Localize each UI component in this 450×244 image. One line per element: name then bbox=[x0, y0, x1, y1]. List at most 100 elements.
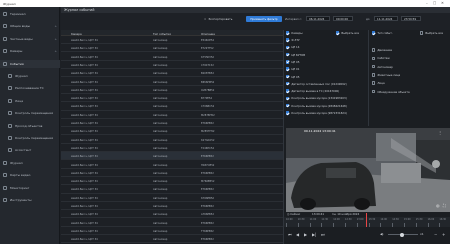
table-row[interactable]: мкв10.Бел.ч, ЦКТ 34 Автономер E546ОЕ52 bbox=[61, 36, 283, 45]
camera-filter-item[interactable]: Контроль вызова мусора (9872331824) bbox=[286, 110, 347, 116]
sidebar-item-video-maps[interactable]: Карты видео bbox=[0, 171, 60, 179]
table-row[interactable]: мкв10.Бел.ч, ЦКТ 34 Автономер О287ВВ52 bbox=[61, 86, 283, 94]
table-row[interactable]: мкв10.Бел.ч, ЦКТ 34 Автономер В656НВ52 bbox=[61, 78, 283, 86]
sidebar-item-cameras[interactable]: Камеры + bbox=[0, 47, 60, 55]
table-row[interactable]: мкв10.Бел.ч, ЦКТ 34 Автономер Е766ЕВ52 bbox=[61, 235, 283, 244]
step-forward-icon[interactable]: ▶| bbox=[312, 232, 316, 237]
table-row[interactable]: мкв10.Бел.ч, ЦКТ 34 Автономер Е766ЕВ52 bbox=[61, 185, 283, 194]
table-row[interactable]: мкв10.Бел.ч, ЦКТ 34 Автономер В77РР52 bbox=[61, 94, 283, 103]
fullscreen-icon[interactable]: ⛶ bbox=[443, 203, 446, 208]
sidebar-item-movement[interactable]: Контроль перемещения bbox=[0, 109, 60, 117]
column-header-description[interactable]: Описание bbox=[201, 32, 215, 36]
sidebar-item-vehicles[interactable]: Распознавание ТС bbox=[0, 84, 60, 92]
camera-filter-item[interactable]: Контроль вызова мусора (2848421648) bbox=[286, 103, 347, 109]
type-checkbox[interactable] bbox=[372, 64, 376, 69]
camera-checkbox[interactable] bbox=[286, 96, 290, 101]
table-row[interactable]: мкв10.Бел.ч, ЦКТ 34 Автономер К279АО52 bbox=[61, 136, 283, 144]
sidebar-item-views[interactable]: Общие виды + bbox=[0, 22, 60, 30]
table-row[interactable]: мкв10.Бел.ч, ЦКТ 34 Автономер М766ЕВ52 bbox=[61, 177, 283, 186]
sidebar-item-journal2[interactable]: Журнал bbox=[0, 159, 60, 167]
sidebar-item-tools[interactable]: Инструменты bbox=[0, 196, 60, 204]
table-row[interactable]: мкв10.Бел.ч, ЦКТ 34 Автономер С706ВС52 bbox=[61, 102, 283, 111]
table-row[interactable]: мкв10.Бел.ч, ЦКТ 34 Автономер Е766ЕВ52 bbox=[61, 119, 283, 128]
table-row[interactable]: мкв10.Бел.ч, ЦКТ 34 Автономер E729ТТ52 bbox=[61, 44, 283, 53]
table-row[interactable]: мкв10.Бел.ч, ЦКТ 34 Автономер В208ТВ52 bbox=[61, 69, 283, 78]
sidebar-item-faces[interactable]: Лица bbox=[0, 97, 60, 105]
zoom-in-icon[interactable]: + bbox=[442, 232, 445, 237]
apply-filter-button[interactable]: Применить фильтр bbox=[246, 16, 282, 22]
camera-filter-item[interactable]: Детектор оставленных пос (01249092) bbox=[286, 81, 347, 87]
camera-checkbox[interactable] bbox=[286, 82, 290, 86]
camera-filter-item[interactable]: ЦЕ 05 bbox=[286, 74, 299, 80]
camera-filter-item[interactable]: Контроль вызова мусора (1341983203) bbox=[286, 95, 347, 101]
expand-icon[interactable]: + bbox=[54, 24, 57, 28]
column-header-camera[interactable]: Камера bbox=[71, 32, 82, 36]
types-select-all[interactable]: Выбрать все bbox=[420, 30, 443, 36]
table-row[interactable]: мкв10.Бел.ч, ЦКТ 34 Автономер Т766ЕВ52 bbox=[61, 227, 283, 236]
timeline-track[interactable]: 10:00 10:30 11:00 11:30 12:00 12:30 13:00 13:30… bbox=[284, 213, 450, 227]
camera-checkbox[interactable] bbox=[286, 52, 290, 57]
select-all-checkbox[interactable] bbox=[336, 31, 340, 35]
type-checkbox[interactable] bbox=[372, 81, 376, 85]
type-filter-item[interactable]: Движение bbox=[372, 47, 392, 53]
type-filter-item[interactable]: Лица bbox=[372, 80, 385, 86]
maximize-icon[interactable]: □ bbox=[433, 1, 436, 5]
table-row[interactable]: мкв10.Бел.ч, ЦКТ 34 Автономер С764Т152 bbox=[61, 61, 283, 70]
type-filter-item[interactable]: Автономер bbox=[372, 64, 393, 70]
from-date-input[interactable]: 06.11.2024 bbox=[306, 16, 330, 21]
camera-checkbox[interactable] bbox=[286, 103, 290, 108]
cameras-select-all[interactable]: Выбрать все bbox=[336, 30, 359, 36]
camera-checkbox[interactable] bbox=[286, 111, 290, 115]
table-row[interactable]: мкв10.Бел.ч, ЦКТ 34 Автономер Е766ЕВ52 bbox=[61, 169, 283, 177]
table-row[interactable]: мкв10.Бел.ч, ЦКТ 34 Автономер К766ЕВ52 bbox=[61, 194, 283, 202]
sidebar-item-terminal[interactable]: Терминал bbox=[0, 10, 60, 18]
camera-checkbox[interactable] bbox=[286, 38, 290, 42]
camera-filter-item[interactable]: ЦЕ 01 bbox=[286, 66, 299, 72]
close-icon[interactable]: ✕ bbox=[441, 1, 444, 5]
sidebar-item-assistant[interactable]: Ассистент bbox=[0, 146, 60, 154]
video-preview[interactable]: 09.11.2024 13:09:41 ⋮ ◎ ⛶ bbox=[286, 128, 450, 212]
sidebar-item-private-views[interactable]: Частные виды + bbox=[0, 35, 60, 43]
to-time-input[interactable]: 23:59:59 bbox=[401, 16, 421, 21]
column-header-type[interactable]: Тип события bbox=[153, 32, 171, 36]
type-filter-item[interactable]: Саботаж bbox=[372, 55, 390, 61]
camera-filter-item[interactable]: ЦЕ БУТОВ bbox=[286, 52, 305, 58]
table-row[interactable]: мкв10.Бел.ч, ЦКТ 34 Автономер А766ЕВ52 bbox=[61, 210, 283, 219]
camera-filter-item[interactable]: ЦЕ 05 bbox=[286, 59, 299, 65]
table-row[interactable]: мкв10.Бел.ч, ЦКТ 34 Автономер Т246НС52 bbox=[61, 144, 283, 153]
video-menu-icon[interactable]: ⋮ bbox=[438, 130, 442, 135]
snapshot-icon[interactable]: ◎ bbox=[436, 203, 440, 208]
zoom-out-icon[interactable]: − bbox=[434, 232, 437, 237]
camera-checkbox[interactable] bbox=[286, 60, 290, 64]
table-row[interactable]: мкв10.Бел.ч, ЦКТ 34 Автономер М287ВН52 bbox=[61, 111, 283, 119]
speed-slider-handle[interactable] bbox=[400, 232, 404, 237]
export-button[interactable]: ⇩ Экспортировать bbox=[204, 16, 232, 22]
camera-filter-item[interactable]: Детектор вызова в ТС (20167000) bbox=[286, 88, 339, 94]
type-filter-item[interactable]: Обнаружение объекта bbox=[372, 89, 410, 95]
type-checkbox[interactable] bbox=[372, 56, 376, 60]
table-row[interactable]: мкв10.Бел.ч, ЦКТ 34 Автономер К755КУ52 bbox=[61, 53, 283, 61]
table-row[interactable]: мкв10.Бел.ч, ЦКТ 34 Автономер Е766ЕВ52 bbox=[61, 219, 283, 227]
sidebar-item-monitoring[interactable]: Мониторинг bbox=[0, 184, 60, 192]
camera-checkbox[interactable] bbox=[286, 89, 290, 93]
skip-back-icon[interactable]: ⏮ bbox=[288, 232, 292, 237]
sidebar-item-events[interactable]: События bbox=[0, 59, 60, 68]
types-select-all-checkbox[interactable] bbox=[420, 31, 424, 35]
table-row[interactable]: мкв10.Бел.ч, ЦКТ 34 Автономер Е766ЕВ52 bbox=[61, 202, 283, 211]
expand-icon[interactable]: + bbox=[54, 49, 57, 53]
table-row[interactable]: мкв10.Бел.ч, ЦКТ 34 Автономер М285ТН52 bbox=[61, 127, 283, 136]
table-row[interactable]: мкв10.Бел.ч, ЦКТ 34 Автономер Е766ЕВ52 bbox=[61, 152, 283, 161]
types-all-checkbox[interactable] bbox=[372, 31, 376, 35]
step-back-icon[interactable]: ◀ bbox=[296, 232, 299, 237]
sidebar-item-movement2[interactable]: Контроль перемещения bbox=[0, 134, 60, 142]
sidebar-item-journal[interactable]: Журнал bbox=[0, 72, 60, 80]
type-checkbox[interactable] bbox=[372, 48, 376, 52]
expand-icon[interactable]: + bbox=[54, 37, 57, 41]
sidebar-item-objects[interactable]: Проход объектов bbox=[0, 122, 60, 130]
play-icon[interactable]: ▶ bbox=[304, 232, 307, 237]
timeline-cursor[interactable] bbox=[366, 213, 367, 227]
skip-forward-icon[interactable]: ⏭ bbox=[321, 232, 325, 237]
speed-slider[interactable] bbox=[388, 232, 418, 237]
volume-icon[interactable]: ◀) bbox=[380, 232, 383, 236]
camera-filter-item[interactable]: ЦЕ 14 bbox=[286, 44, 299, 50]
